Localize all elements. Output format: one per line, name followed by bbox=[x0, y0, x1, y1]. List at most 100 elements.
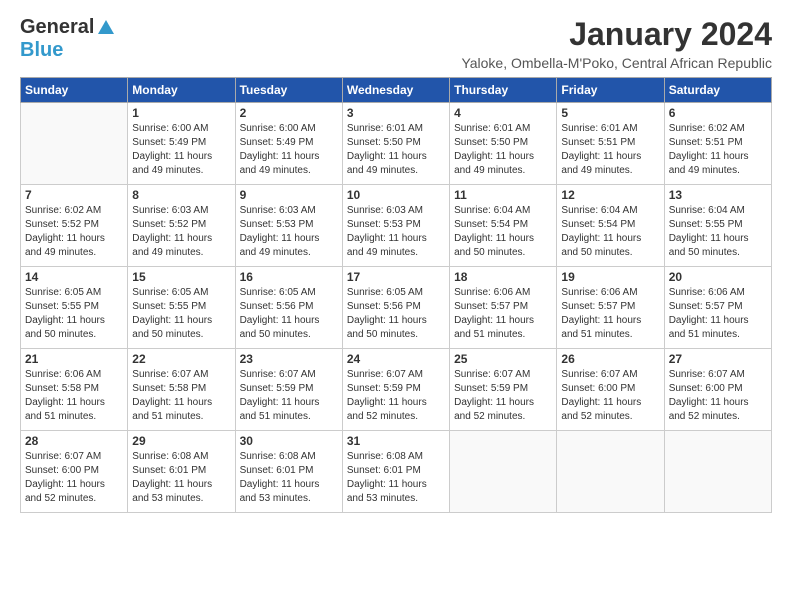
logo-general-text: General bbox=[20, 16, 94, 39]
day-number: 21 bbox=[25, 352, 123, 366]
day-info: Sunrise: 6:07 AM Sunset: 5:59 PM Dayligh… bbox=[347, 368, 445, 424]
day-of-week-header: Saturday bbox=[664, 78, 771, 103]
header-row: SundayMondayTuesdayWednesdayThursdayFrid… bbox=[21, 78, 772, 103]
day-number: 22 bbox=[132, 352, 230, 366]
day-of-week-header: Wednesday bbox=[342, 78, 449, 103]
calendar-cell: 16 Sunrise: 6:05 AM Sunset: 5:56 PM Dayli… bbox=[235, 267, 342, 349]
calendar-cell: 18 Sunrise: 6:06 AM Sunset: 5:57 PM Dayli… bbox=[450, 267, 557, 349]
day-info: Sunrise: 6:06 AM Sunset: 5:58 PM Dayligh… bbox=[25, 368, 123, 424]
day-info: Sunrise: 6:08 AM Sunset: 6:01 PM Dayligh… bbox=[132, 450, 230, 506]
calendar-cell: 30Sunrise: 6:08 AM Sunset: 6:01 PM Dayli… bbox=[235, 431, 342, 513]
day-number: 23 bbox=[240, 352, 338, 366]
week-row: 14 Sunrise: 6:05 AM Sunset: 5:55 PM Dayli… bbox=[21, 267, 772, 349]
day-info: Sunrise: 6:00 AM Sunset: 5:49 PM Dayligh… bbox=[132, 122, 230, 178]
day-info: Sunrise: 6:07 AM Sunset: 5:59 PM Dayligh… bbox=[454, 368, 552, 424]
day-info: Sunrise: 6:06 AM Sunset: 5:57 PM Dayligh… bbox=[454, 286, 552, 342]
day-number: 1 bbox=[132, 106, 230, 120]
day-number: 10 bbox=[347, 188, 445, 202]
calendar-cell: 25 Sunrise: 6:07 AM Sunset: 5:59 PM Dayli… bbox=[450, 349, 557, 431]
day-number: 26 bbox=[561, 352, 659, 366]
day-info: Sunrise: 6:05 AM Sunset: 5:55 PM Dayligh… bbox=[132, 286, 230, 342]
day-number: 18 bbox=[454, 270, 552, 284]
logo-blue-text: Blue bbox=[20, 39, 63, 61]
logo: General Blue bbox=[20, 16, 116, 62]
day-info: Sunrise: 6:06 AM Sunset: 5:57 PM Dayligh… bbox=[561, 286, 659, 342]
calendar-cell: 14 Sunrise: 6:05 AM Sunset: 5:55 PM Dayli… bbox=[21, 267, 128, 349]
calendar-cell: 4Sunrise: 6:01 AM Sunset: 5:50 PM Daylig… bbox=[450, 103, 557, 185]
day-info: Sunrise: 6:08 AM Sunset: 6:01 PM Dayligh… bbox=[240, 450, 338, 506]
calendar-cell: 26 Sunrise: 6:07 AM Sunset: 6:00 PM Dayli… bbox=[557, 349, 664, 431]
day-of-week-header: Friday bbox=[557, 78, 664, 103]
day-number: 2 bbox=[240, 106, 338, 120]
calendar-cell: 5Sunrise: 6:01 AM Sunset: 5:51 PM Daylig… bbox=[557, 103, 664, 185]
calendar-cell: 2Sunrise: 6:00 AM Sunset: 5:49 PM Daylig… bbox=[235, 103, 342, 185]
day-number: 13 bbox=[669, 188, 767, 202]
calendar-cell: 10Sunrise: 6:03 AM Sunset: 5:53 PM Dayli… bbox=[342, 185, 449, 267]
calendar-subtitle: Yaloke, Ombella-M'Poko, Central African … bbox=[461, 55, 772, 71]
day-info: Sunrise: 6:06 AM Sunset: 5:57 PM Dayligh… bbox=[669, 286, 767, 342]
day-info: Sunrise: 6:01 AM Sunset: 5:50 PM Dayligh… bbox=[454, 122, 552, 178]
calendar-cell bbox=[664, 431, 771, 513]
day-number: 16 bbox=[240, 270, 338, 284]
day-number: 19 bbox=[561, 270, 659, 284]
day-info: Sunrise: 6:07 AM Sunset: 5:59 PM Dayligh… bbox=[240, 368, 338, 424]
calendar-cell: 29 Sunrise: 6:08 AM Sunset: 6:01 PM Dayli… bbox=[128, 431, 235, 513]
calendar-cell: 24 Sunrise: 6:07 AM Sunset: 5:59 PM Dayli… bbox=[342, 349, 449, 431]
day-number: 25 bbox=[454, 352, 552, 366]
week-row: 21 Sunrise: 6:06 AM Sunset: 5:58 PM Dayli… bbox=[21, 349, 772, 431]
calendar-cell: 7 Sunrise: 6:02 AM Sunset: 5:52 PM Daylig… bbox=[21, 185, 128, 267]
day-info: Sunrise: 6:04 AM Sunset: 5:54 PM Dayligh… bbox=[561, 204, 659, 260]
day-number: 14 bbox=[25, 270, 123, 284]
day-number: 24 bbox=[347, 352, 445, 366]
calendar-cell: 3 Sunrise: 6:01 AM Sunset: 5:50 PM Daylig… bbox=[342, 103, 449, 185]
day-number: 3 bbox=[347, 106, 445, 120]
calendar-cell: 9 Sunrise: 6:03 AM Sunset: 5:53 PM Daylig… bbox=[235, 185, 342, 267]
day-number: 8 bbox=[132, 188, 230, 202]
calendar-cell: 6Sunrise: 6:02 AM Sunset: 5:51 PM Daylig… bbox=[664, 103, 771, 185]
day-of-week-header: Sunday bbox=[21, 78, 128, 103]
calendar-cell bbox=[21, 103, 128, 185]
calendar-cell: 31Sunrise: 6:08 AM Sunset: 6:01 PM Dayli… bbox=[342, 431, 449, 513]
day-number: 7 bbox=[25, 188, 123, 202]
day-number: 15 bbox=[132, 270, 230, 284]
calendar-cell: 11Sunrise: 6:04 AM Sunset: 5:54 PM Dayli… bbox=[450, 185, 557, 267]
header: General Blue January 2024 Yaloke, Ombell… bbox=[20, 16, 772, 71]
day-number: 17 bbox=[347, 270, 445, 284]
day-info: Sunrise: 6:02 AM Sunset: 5:52 PM Dayligh… bbox=[25, 204, 123, 260]
day-number: 20 bbox=[669, 270, 767, 284]
day-info: Sunrise: 6:01 AM Sunset: 5:51 PM Dayligh… bbox=[561, 122, 659, 178]
day-number: 28 bbox=[25, 434, 123, 448]
calendar-cell bbox=[450, 431, 557, 513]
calendar-cell: 21 Sunrise: 6:06 AM Sunset: 5:58 PM Dayli… bbox=[21, 349, 128, 431]
week-row: 7 Sunrise: 6:02 AM Sunset: 5:52 PM Daylig… bbox=[21, 185, 772, 267]
day-info: Sunrise: 6:03 AM Sunset: 5:52 PM Dayligh… bbox=[132, 204, 230, 260]
day-of-week-header: Thursday bbox=[450, 78, 557, 103]
day-number: 27 bbox=[669, 352, 767, 366]
week-row: 1 Sunrise: 6:00 AM Sunset: 5:49 PM Daylig… bbox=[21, 103, 772, 185]
day-of-week-header: Monday bbox=[128, 78, 235, 103]
calendar-cell: 20 Sunrise: 6:06 AM Sunset: 5:57 PM Dayli… bbox=[664, 267, 771, 349]
calendar-cell: 8 Sunrise: 6:03 AM Sunset: 5:52 PM Daylig… bbox=[128, 185, 235, 267]
day-info: Sunrise: 6:07 AM Sunset: 6:00 PM Dayligh… bbox=[669, 368, 767, 424]
day-info: Sunrise: 6:05 AM Sunset: 5:55 PM Dayligh… bbox=[25, 286, 123, 342]
day-number: 9 bbox=[240, 188, 338, 202]
day-info: Sunrise: 6:08 AM Sunset: 6:01 PM Dayligh… bbox=[347, 450, 445, 506]
day-number: 29 bbox=[132, 434, 230, 448]
day-number: 12 bbox=[561, 188, 659, 202]
day-info: Sunrise: 6:07 AM Sunset: 6:00 PM Dayligh… bbox=[561, 368, 659, 424]
calendar-cell: 23 Sunrise: 6:07 AM Sunset: 5:59 PM Dayli… bbox=[235, 349, 342, 431]
day-info: Sunrise: 6:03 AM Sunset: 5:53 PM Dayligh… bbox=[240, 204, 338, 260]
day-number: 6 bbox=[669, 106, 767, 120]
calendar-cell: 27 Sunrise: 6:07 AM Sunset: 6:00 PM Dayli… bbox=[664, 349, 771, 431]
day-info: Sunrise: 6:04 AM Sunset: 5:54 PM Dayligh… bbox=[454, 204, 552, 260]
title-area: January 2024 Yaloke, Ombella-M'Poko, Cen… bbox=[461, 16, 772, 71]
day-info: Sunrise: 6:04 AM Sunset: 5:55 PM Dayligh… bbox=[669, 204, 767, 260]
day-info: Sunrise: 6:07 AM Sunset: 6:00 PM Dayligh… bbox=[25, 450, 123, 506]
day-info: Sunrise: 6:07 AM Sunset: 5:58 PM Dayligh… bbox=[132, 368, 230, 424]
calendar-cell: 19 Sunrise: 6:06 AM Sunset: 5:57 PM Dayli… bbox=[557, 267, 664, 349]
day-info: Sunrise: 6:05 AM Sunset: 5:56 PM Dayligh… bbox=[240, 286, 338, 342]
day-info: Sunrise: 6:01 AM Sunset: 5:50 PM Dayligh… bbox=[347, 122, 445, 178]
calendar-cell: 1 Sunrise: 6:00 AM Sunset: 5:49 PM Daylig… bbox=[128, 103, 235, 185]
calendar-cell: 15 Sunrise: 6:05 AM Sunset: 5:55 PM Dayli… bbox=[128, 267, 235, 349]
calendar-cell: 12 Sunrise: 6:04 AM Sunset: 5:54 PM Dayli… bbox=[557, 185, 664, 267]
